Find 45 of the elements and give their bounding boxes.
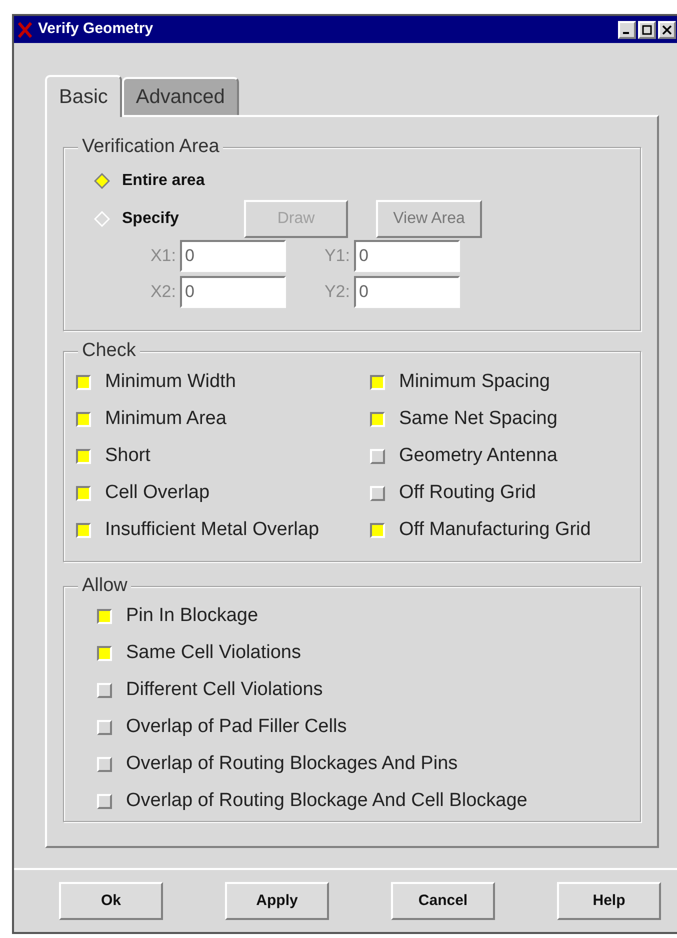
radio-label: Specify [122, 209, 179, 229]
checkbox-label: Insufficient Metal Overlap [105, 518, 320, 542]
radio-label: Entire area [122, 171, 205, 191]
checkbox[interactable] [97, 609, 112, 624]
action-button[interactable]: View Area [376, 200, 482, 238]
checkbox[interactable] [370, 412, 385, 427]
maximize-icon[interactable] [638, 20, 656, 38]
coordinate-label: Y2: [323, 281, 350, 304]
checkbox-label: Same Cell Violations [126, 641, 301, 666]
tab[interactable]: Advanced [122, 77, 239, 115]
checkbox-label: Overlap of Routing Blockages And Pins [126, 752, 458, 776]
checkbox[interactable] [76, 486, 91, 501]
checkbox-label: Overlap of Pad Filler Cells [126, 715, 347, 740]
checkbox-label: Geometry Antenna [399, 444, 558, 468]
coordinate-label: X2: [149, 281, 176, 304]
checkbox-label: Minimum Area [105, 407, 226, 432]
checkbox-label: Cell Overlap [105, 481, 210, 506]
dialog-button[interactable]: Ok [59, 882, 163, 920]
checkbox[interactable] [97, 646, 112, 661]
dialog-button[interactable]: Help [557, 882, 661, 920]
coordinate-label: X1: [149, 245, 176, 268]
checkbox-label: Pin In Blockage [126, 604, 258, 628]
window-title: Verify Geometry [38, 19, 154, 40]
x-logo-icon [18, 22, 32, 38]
checkbox-label: Minimum Width [105, 370, 236, 394]
checkbox-label: Overlap of Routing Blockage And Cell Blockage [126, 789, 528, 814]
coordinate-label: Y1: [323, 245, 350, 268]
checkbox-label: Different Cell Violations [126, 678, 323, 702]
checkbox-label: Off Manufacturing Grid [399, 518, 591, 542]
checkbox[interactable] [370, 523, 385, 538]
checkbox[interactable] [76, 375, 91, 390]
checkbox[interactable] [370, 375, 385, 390]
checkbox-label: Off Routing Grid [399, 481, 536, 506]
checkbox-label: Minimum Spacing [399, 370, 550, 394]
dialog-button[interactable]: Apply [225, 882, 329, 920]
checkbox[interactable] [76, 449, 91, 464]
checkbox-label: Same Net Spacing [399, 407, 558, 432]
close-icon[interactable] [658, 20, 676, 38]
radio-button[interactable] [94, 173, 110, 189]
checkbox[interactable] [76, 523, 91, 538]
dialog-button[interactable]: Cancel [391, 882, 495, 920]
checkbox-label: Short [105, 444, 150, 468]
tab[interactable]: Basic [45, 75, 122, 117]
minimize-icon[interactable] [618, 20, 636, 38]
checkbox[interactable] [76, 412, 91, 427]
